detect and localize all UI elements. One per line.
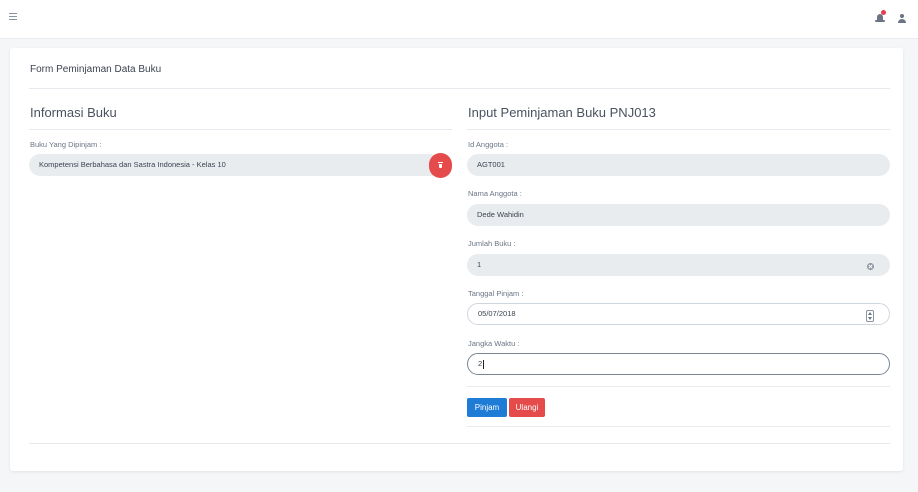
card-footer-divider: [29, 443, 890, 444]
remove-book-button[interactable]: [429, 153, 452, 178]
divider: [29, 129, 452, 130]
jangka-waktu-value: 2: [478, 359, 483, 368]
user-icon[interactable]: [897, 14, 907, 24]
bell-icon[interactable]: [875, 10, 886, 24]
section-title-input-peminjaman: Input Peminjaman Buku PNJ013: [468, 105, 656, 120]
nama-anggota-field: Dede Wahidin: [467, 204, 890, 226]
hamburger-icon[interactable]: [9, 13, 17, 21]
tanggal-pinjam-label: Tanggal Pinjam :: [468, 289, 524, 298]
id-anggota-field: AGT001: [467, 154, 890, 176]
jumlah-buku-label: Jumlah Buku :: [468, 239, 516, 248]
top-navbar: [0, 0, 918, 39]
id-anggota-label: Id Anggota :: [468, 140, 509, 149]
book-label: Buku Yang Dipinjam :: [30, 140, 102, 149]
jangka-waktu-number-input[interactable]: 2: [467, 353, 890, 375]
ulangi-button[interactable]: Ulangi: [509, 398, 545, 417]
card-title: Form Peminjaman Data Buku: [30, 64, 162, 75]
form-card: Form Peminjaman Data Buku Informasi Buku…: [10, 48, 903, 471]
nama-anggota-label: Nama Anggota :: [468, 189, 522, 198]
section-title-informasi-buku: Informasi Buku: [30, 105, 117, 120]
divider: [467, 386, 890, 387]
divider: [467, 129, 890, 130]
jangka-waktu-label: Jangka Waktu :: [468, 339, 520, 348]
clear-date-icon[interactable]: [867, 263, 874, 270]
divider: [29, 88, 890, 89]
trash-icon: [438, 162, 443, 163]
borrowed-book-field: Kompetensi Berbahasa dan Sastra Indonesi…: [29, 154, 441, 176]
divider: [467, 426, 890, 427]
tanggal-pinjam-date-input[interactable]: 05/07/2018: [467, 303, 890, 325]
jumlah-buku-field: 1: [467, 254, 890, 276]
pinjam-button[interactable]: Pinjam: [467, 398, 507, 417]
number-spinner-icon[interactable]: [866, 310, 874, 322]
notification-badge: [881, 10, 886, 15]
